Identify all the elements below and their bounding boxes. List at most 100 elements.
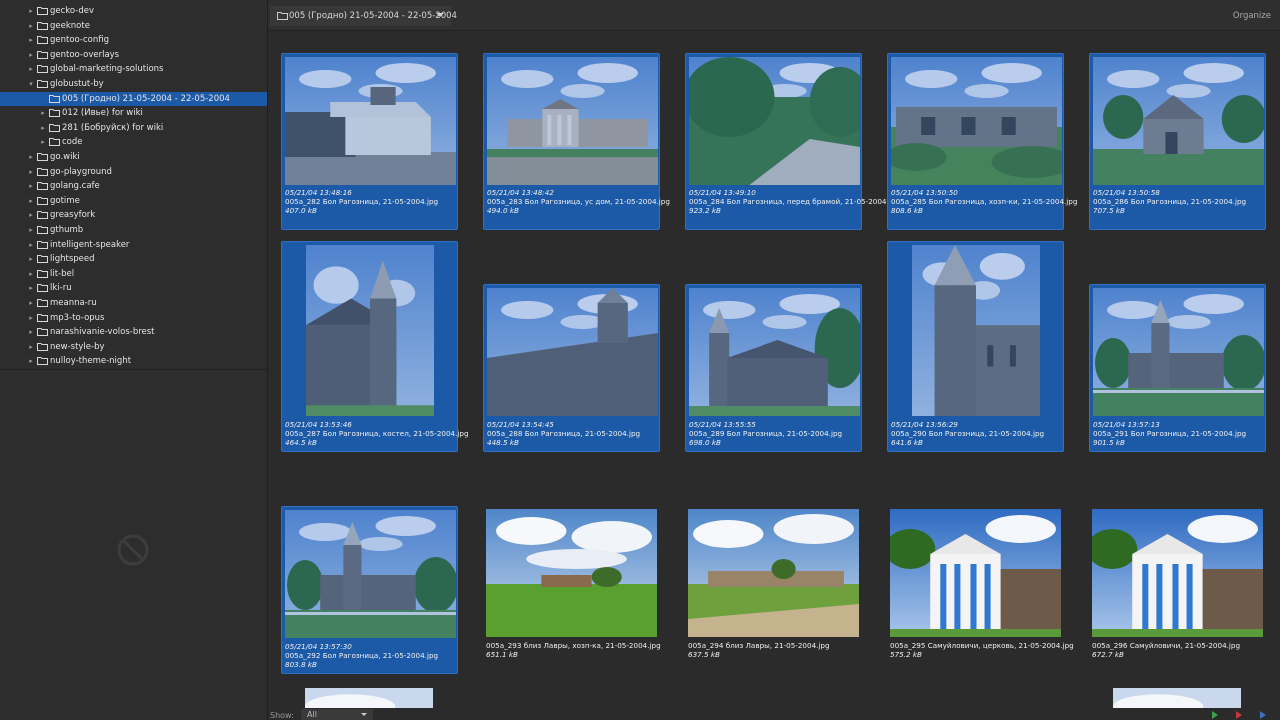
sidebar-item[interactable]: ▸ go.wiki bbox=[0, 150, 267, 164]
sidebar-item[interactable]: ▸ meanna-ru bbox=[0, 296, 267, 310]
thumbnail-image[interactable] bbox=[689, 57, 860, 185]
expander-closed-icon[interactable]: ▸ bbox=[26, 223, 36, 237]
sidebar-item[interactable]: ▸ lit-bel bbox=[0, 267, 267, 281]
thumbnail-image[interactable] bbox=[912, 245, 1040, 416]
sidebar-item[interactable]: ▸ new-style-by bbox=[0, 340, 267, 354]
thumbnail-card[interactable]: 05/21/04 13:54:45 005a_288 Бол Рагозница,… bbox=[483, 284, 660, 452]
thumbnail-card[interactable]: 05/21/04 13:56:29 005a_290 Бол Рагозница,… bbox=[887, 241, 1064, 452]
thumbnail-image[interactable] bbox=[890, 509, 1061, 637]
no-preview-icon bbox=[116, 533, 150, 567]
thumbnail-card[interactable]: 05/21/04 13:53:46 005a_287 Бол Рагозница,… bbox=[281, 241, 469, 452]
thumbnail-filename: 005a_294 близ Лавры, 21-05-2004.jpg bbox=[688, 641, 830, 650]
expander-closed-icon[interactable]: ▸ bbox=[26, 150, 36, 164]
sidebar-item[interactable]: ▸ lightspeed bbox=[0, 252, 267, 266]
thumbnail-card[interactable]: 005a_293 близ Лавры, хозп-ка, 21-05-2004… bbox=[483, 506, 661, 674]
expander-closed-icon[interactable]: ▸ bbox=[38, 121, 48, 135]
organize-button[interactable]: Organize bbox=[1233, 11, 1271, 21]
sidebar-item[interactable]: ▸ 012 (Ивье) for wiki bbox=[0, 106, 267, 120]
expander-closed-icon[interactable]: ▸ bbox=[26, 208, 36, 222]
thumbnail-image[interactable] bbox=[1093, 57, 1264, 185]
sidebar-item[interactable]: ▸ lki-ru bbox=[0, 281, 267, 295]
folder-icon bbox=[37, 327, 48, 337]
sidebar-item[interactable]: 005 (Гродно) 21-05-2004 - 22-05-2004 bbox=[0, 91, 267, 106]
sidebar-item[interactable]: ▸ code bbox=[0, 135, 267, 149]
thumbnail-image[interactable] bbox=[285, 510, 456, 638]
folder-icon bbox=[37, 35, 48, 45]
sidebar-item-label: meanna-ru bbox=[50, 298, 97, 308]
expander-closed-icon[interactable]: ▸ bbox=[26, 19, 36, 33]
expander-closed-icon[interactable]: ▸ bbox=[26, 238, 36, 252]
expander-closed-icon[interactable]: ▸ bbox=[26, 179, 36, 193]
expander-closed-icon[interactable]: ▸ bbox=[26, 325, 36, 339]
thumbnail-image[interactable] bbox=[486, 509, 657, 637]
expander-closed-icon[interactable]: ▸ bbox=[26, 48, 36, 62]
thumbnail-image[interactable] bbox=[1092, 509, 1263, 637]
sidebar-item[interactable]: ▸ geeknote bbox=[0, 19, 267, 33]
folder-icon bbox=[37, 210, 48, 220]
expander-closed-icon[interactable]: ▸ bbox=[26, 165, 36, 179]
expander-closed-icon[interactable]: ▸ bbox=[26, 340, 36, 354]
thumbnail-image[interactable] bbox=[689, 288, 860, 416]
sidebar-item[interactable]: ▸ greasyfork bbox=[0, 208, 267, 222]
expander-closed-icon[interactable]: ▸ bbox=[26, 281, 36, 295]
thumbnail-image[interactable] bbox=[487, 57, 658, 185]
sidebar-item[interactable]: ▸ gthumb bbox=[0, 223, 267, 237]
sidebar-item-label: lightspeed bbox=[50, 254, 95, 265]
expander-closed-icon[interactable]: ▸ bbox=[26, 4, 36, 18]
sidebar-item[interactable]: ▸ 281 (Бобруйск) for wiki bbox=[0, 121, 267, 135]
location-button[interactable]: 005 (Гродно) 21-05-2004 - 22-05-2004 bbox=[270, 6, 457, 26]
sidebar-item[interactable]: ▸ gentoo-config bbox=[0, 33, 267, 47]
expander-closed-icon[interactable]: ▸ bbox=[26, 296, 36, 310]
thumbnail-card[interactable]: 05/21/04 13:57:13 005a_291 Бол Рагозница,… bbox=[1089, 284, 1266, 452]
thumbnail-image[interactable] bbox=[1093, 288, 1264, 416]
thumbnail-card[interactable]: 005a_295 Самуйловичи, церковь, 21-05-200… bbox=[887, 506, 1074, 674]
sidebar-item[interactable]: ▸ gotime bbox=[0, 194, 267, 208]
sidebar-item-label: global-marketing-solutions bbox=[50, 64, 164, 75]
show-filter-select[interactable]: All bbox=[301, 709, 373, 720]
expander-open-icon[interactable]: ▾ bbox=[26, 77, 36, 91]
sidebar-item[interactable]: ▸ golang.cafe bbox=[0, 179, 267, 193]
expander-closed-icon[interactable]: ▸ bbox=[26, 267, 36, 281]
expander-closed-icon[interactable]: ▸ bbox=[26, 354, 36, 368]
sidebar-item[interactable]: ▾ globustut-by bbox=[0, 77, 267, 91]
thumbnail-filename: 005a_285 Бол Рагозница, хозп-ки, 21-05-2… bbox=[891, 197, 1078, 206]
thumbnail-image[interactable] bbox=[688, 509, 859, 637]
sidebar-item[interactable]: ▸ mp3-to-opus bbox=[0, 311, 267, 325]
thumbnail-card[interactable]: 05/21/04 13:48:42 005a_283 Бол Рагозница,… bbox=[483, 53, 670, 230]
thumbnail-caption: 05/21/04 13:48:42 005a_283 Бол Рагозница,… bbox=[487, 188, 670, 215]
expander-closed-icon[interactable]: ▸ bbox=[26, 252, 36, 266]
thumbnail-image[interactable] bbox=[306, 245, 434, 416]
play-red-icon[interactable] bbox=[1236, 711, 1242, 719]
expander-closed-icon[interactable]: ▸ bbox=[38, 106, 48, 120]
thumbnail-card[interactable]: 05/21/04 13:49:10 005a_284 Бол Рагозница,… bbox=[685, 53, 900, 230]
thumbnail-image[interactable] bbox=[891, 57, 1062, 185]
sidebar-item-label: 281 (Бобруйск) for wiki bbox=[62, 122, 164, 133]
sidebar-item[interactable]: ▸ go-playground bbox=[0, 165, 267, 179]
thumbnail-card[interactable]: 05/21/04 13:50:58 005a_286 Бол Рагозница,… bbox=[1089, 53, 1266, 230]
thumbnail-size: 803.8 kB bbox=[285, 660, 317, 669]
thumbnail-image[interactable] bbox=[487, 288, 658, 416]
sidebar-item[interactable]: ▸ gentoo-overlays bbox=[0, 48, 267, 62]
thumbnail-card[interactable]: 005a_296 Самуйловичи, 21-05-2004.jpg 672.… bbox=[1089, 506, 1266, 674]
thumbnail-image[interactable] bbox=[285, 57, 456, 185]
thumbnail-card[interactable]: 05/21/04 13:50:50 005a_285 Бол Рагозница,… bbox=[887, 53, 1078, 230]
expander-closed-icon[interactable]: ▸ bbox=[26, 33, 36, 47]
play-green-icon[interactable] bbox=[1212, 711, 1218, 719]
thumbnail-card[interactable]: 05/21/04 13:48:16 005a_282 Бол Рагозница,… bbox=[281, 53, 458, 230]
expander-closed-icon[interactable]: ▸ bbox=[26, 311, 36, 325]
sidebar-item[interactable]: ▸ nulloy-theme-night bbox=[0, 354, 267, 368]
sidebar-item[interactable]: ▸ global-marketing-solutions bbox=[0, 62, 267, 76]
expander-closed-icon[interactable]: ▸ bbox=[26, 194, 36, 208]
sidebar-item[interactable]: ▸ narashivanie-volos-brest bbox=[0, 325, 267, 339]
expander-closed-icon[interactable]: ▸ bbox=[38, 135, 48, 149]
thumbnail-caption: 005a_295 Самуйловичи, церковь, 21-05-200… bbox=[890, 641, 1074, 659]
thumbnail-caption: 05/21/04 13:50:58 005a_286 Бол Рагозница,… bbox=[1093, 188, 1264, 215]
thumbnail-grid: 05/21/04 13:48:16 005a_282 Бол Рагозница,… bbox=[268, 31, 1280, 720]
thumbnail-card[interactable]: 05/21/04 13:57:30 005a_292 Бол Рагозница,… bbox=[281, 506, 458, 674]
thumbnail-card[interactable]: 05/21/04 13:55:55 005a_289 Бол Рагозница,… bbox=[685, 284, 862, 452]
thumbnail-card[interactable]: 005a_294 близ Лавры, 21-05-2004.jpg 637.5… bbox=[685, 506, 862, 674]
sidebar-item[interactable]: ▸ gecko-dev bbox=[0, 4, 267, 18]
sidebar-item[interactable]: ▸ intelligent-speaker bbox=[0, 238, 267, 252]
expander-closed-icon[interactable]: ▸ bbox=[26, 62, 36, 76]
play-blue-icon[interactable] bbox=[1260, 711, 1266, 719]
